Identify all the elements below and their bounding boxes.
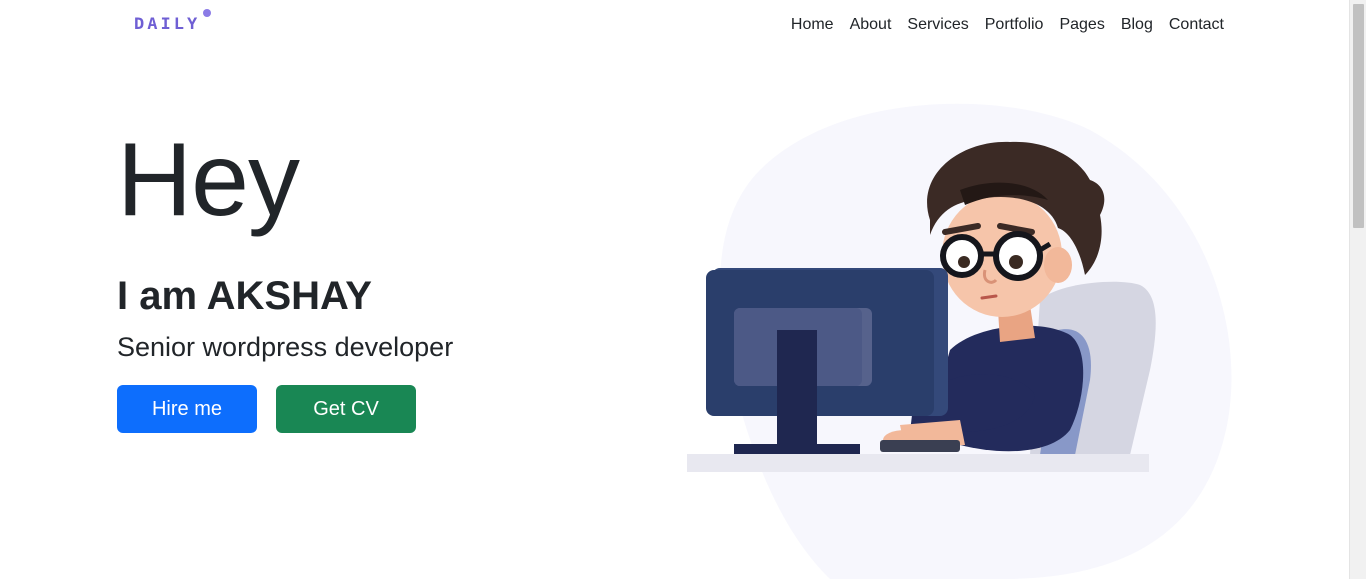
nav-blog[interactable]: Blog <box>1121 13 1153 37</box>
monitor-stand <box>777 330 817 446</box>
brand-logo[interactable]: DAILY <box>134 8 212 38</box>
nav-services[interactable]: Services <box>907 13 968 37</box>
logo-dot-icon <box>203 9 212 17</box>
hero-name: I am AKSHAY <box>117 274 372 318</box>
nav-about[interactable]: About <box>850 13 892 37</box>
nav-pages[interactable]: Pages <box>1059 13 1104 37</box>
hire-me-button[interactable]: Hire me <box>117 385 257 433</box>
hero-greeting: Hey <box>117 122 300 238</box>
glasses-left <box>940 234 984 278</box>
nav-home[interactable]: Home <box>791 13 834 37</box>
ear <box>1044 247 1072 283</box>
logo-text: DAILY <box>134 14 201 34</box>
page-scrollbar[interactable] <box>1349 0 1366 579</box>
monitor-base <box>734 444 860 454</box>
desk <box>687 454 1149 472</box>
keyboard <box>880 440 960 452</box>
developer-at-computer-illustration <box>687 103 1232 579</box>
main-nav: Home About Services Portfolio Pages Blog… <box>791 13 1224 37</box>
hero-role: Senior wordpress developer <box>117 332 454 362</box>
page: DAILY Home About Services Portfolio Page… <box>0 0 1349 579</box>
nav-portfolio[interactable]: Portfolio <box>985 13 1044 37</box>
get-cv-button[interactable]: Get CV <box>276 385 416 433</box>
scrollbar-thumb[interactable] <box>1353 4 1364 228</box>
nav-contact[interactable]: Contact <box>1169 13 1224 37</box>
